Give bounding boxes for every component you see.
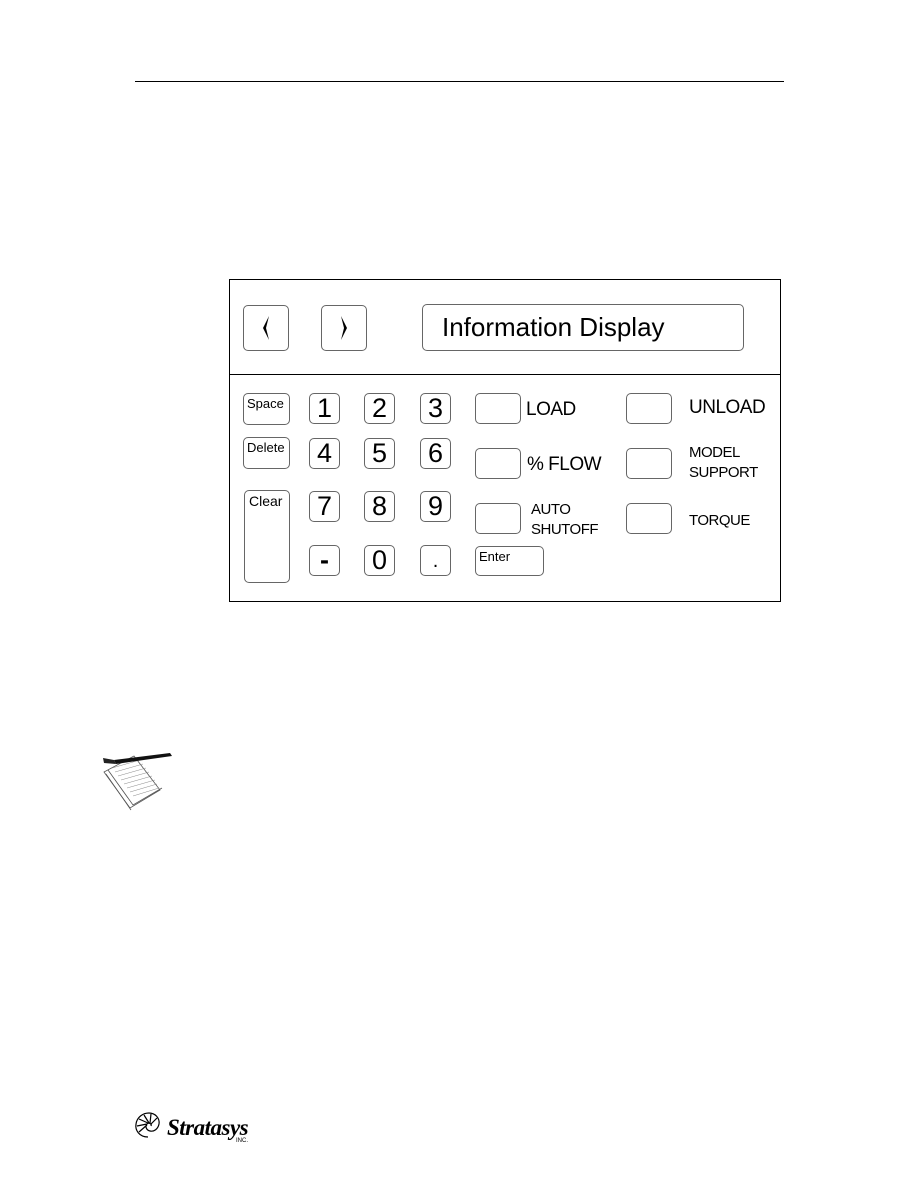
key-decimal[interactable]: . <box>420 545 451 576</box>
information-display-label: Information Display <box>442 312 665 342</box>
notepad-pen-icon <box>100 750 180 820</box>
chevron-right-icon <box>341 316 347 340</box>
scroll-right-button[interactable] <box>321 305 367 351</box>
key-1[interactable]: 1 <box>309 393 340 424</box>
key-8[interactable]: 8 <box>364 491 395 522</box>
key-7[interactable]: 7 <box>309 491 340 522</box>
key-9-label: 9 <box>427 491 444 521</box>
stratasys-logo: Stratasys INC. <box>133 1108 263 1148</box>
key-3-label: 3 <box>427 393 444 423</box>
key-6[interactable]: 6 <box>420 438 451 469</box>
key-3[interactable]: 3 <box>420 393 451 424</box>
nautilus-shell-icon <box>135 1112 160 1138</box>
unload-label: UNLOAD <box>689 397 766 418</box>
model-support-key[interactable] <box>626 448 672 479</box>
key-6-label: 6 <box>427 438 444 468</box>
load-label: LOAD <box>526 399 576 420</box>
key-5[interactable]: 5 <box>364 438 395 469</box>
key-0[interactable]: 0 <box>364 545 395 576</box>
clear-key[interactable]: Clear <box>244 490 290 583</box>
auto-shutoff-label: AUTO SHUTOFF <box>531 500 599 539</box>
auto-shutoff-label-line1: AUTO <box>531 501 571 518</box>
key-8-label: 8 <box>371 491 388 521</box>
key-minus[interactable]: - <box>309 545 340 576</box>
load-key[interactable] <box>475 393 521 424</box>
key-1-label: 1 <box>316 393 333 423</box>
percent-flow-label: % FLOW <box>527 454 602 475</box>
key-5-label: 5 <box>371 438 388 468</box>
scroll-left-button[interactable] <box>243 305 289 351</box>
auto-shutoff-label-line2: SHUTOFF <box>531 520 599 538</box>
key-4[interactable]: 4 <box>309 438 340 469</box>
logo-suffix: INC. <box>236 1138 248 1144</box>
enter-key-label: Enter <box>479 549 511 564</box>
model-support-label: MODEL SUPPORT <box>689 443 758 482</box>
torque-key[interactable] <box>626 503 672 534</box>
enter-key[interactable]: Enter <box>475 546 544 576</box>
key-minus-label: - <box>320 545 329 575</box>
chevron-left-icon <box>263 316 269 340</box>
torque-label: TORQUE <box>689 512 750 529</box>
space-key-label: Space <box>247 396 284 411</box>
key-decimal-label: . <box>432 549 439 572</box>
key-7-label: 7 <box>316 491 333 521</box>
key-2[interactable]: 2 <box>364 393 395 424</box>
delete-key-label: Delete <box>247 440 285 455</box>
information-display: Information Display <box>422 304 744 351</box>
key-4-label: 4 <box>316 438 333 468</box>
unload-key[interactable] <box>626 393 672 424</box>
space-key[interactable]: Space <box>243 393 290 425</box>
model-support-label-line2: SUPPORT <box>689 463 758 481</box>
model-support-label-line1: MODEL <box>689 444 740 461</box>
key-0-label: 0 <box>371 545 388 575</box>
panel-divider <box>229 374 781 375</box>
clear-key-label: Clear <box>249 493 283 509</box>
percent-flow-key[interactable] <box>475 448 521 479</box>
delete-key[interactable]: Delete <box>243 437 290 469</box>
key-9[interactable]: 9 <box>420 491 451 522</box>
auto-shutoff-key[interactable] <box>475 503 521 534</box>
key-2-label: 2 <box>371 393 388 423</box>
header-rule <box>135 81 784 82</box>
